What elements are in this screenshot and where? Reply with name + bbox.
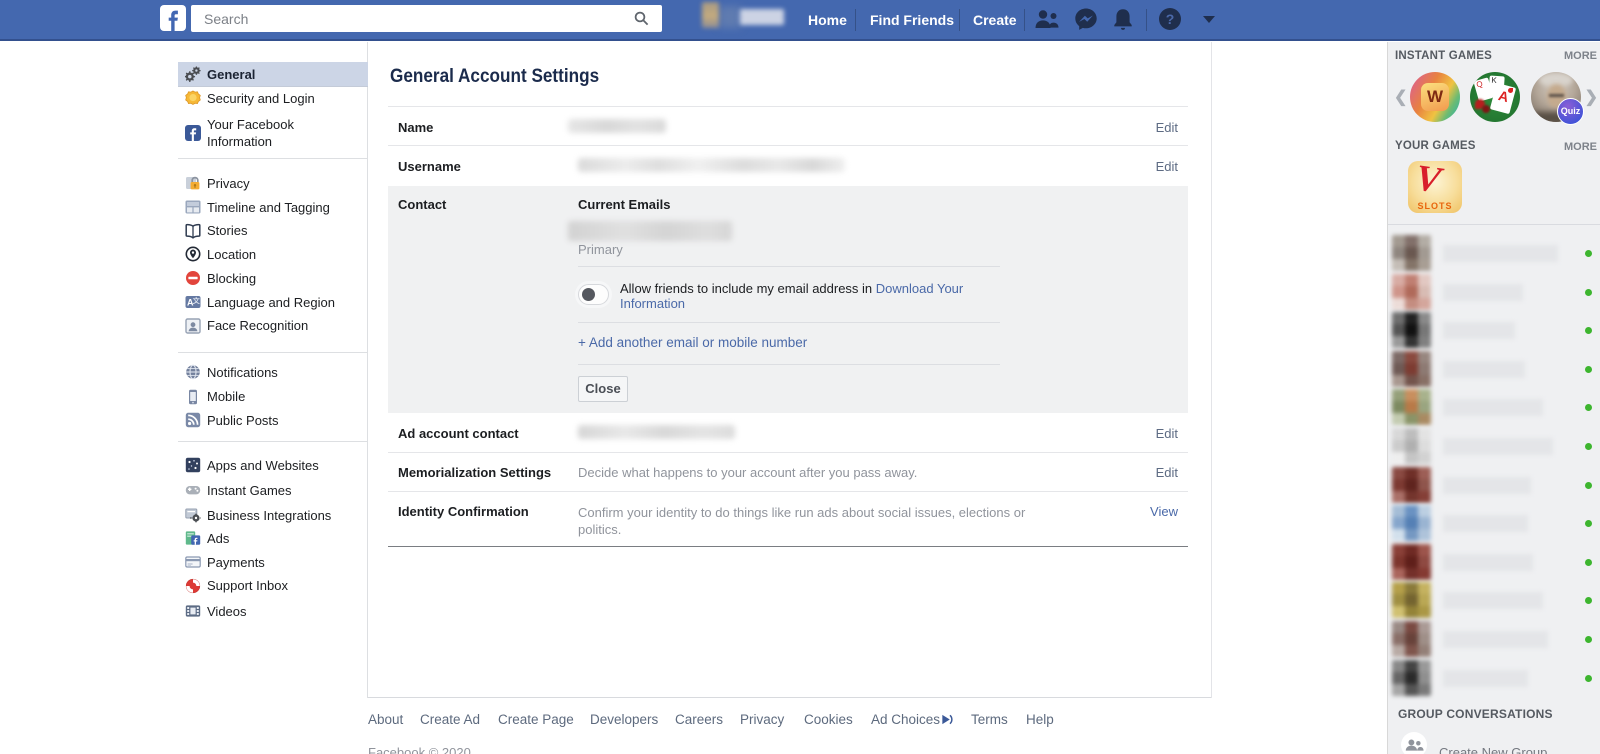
svg-text:文: 文 xyxy=(193,296,201,305)
svg-text:?: ? xyxy=(1166,11,1175,27)
